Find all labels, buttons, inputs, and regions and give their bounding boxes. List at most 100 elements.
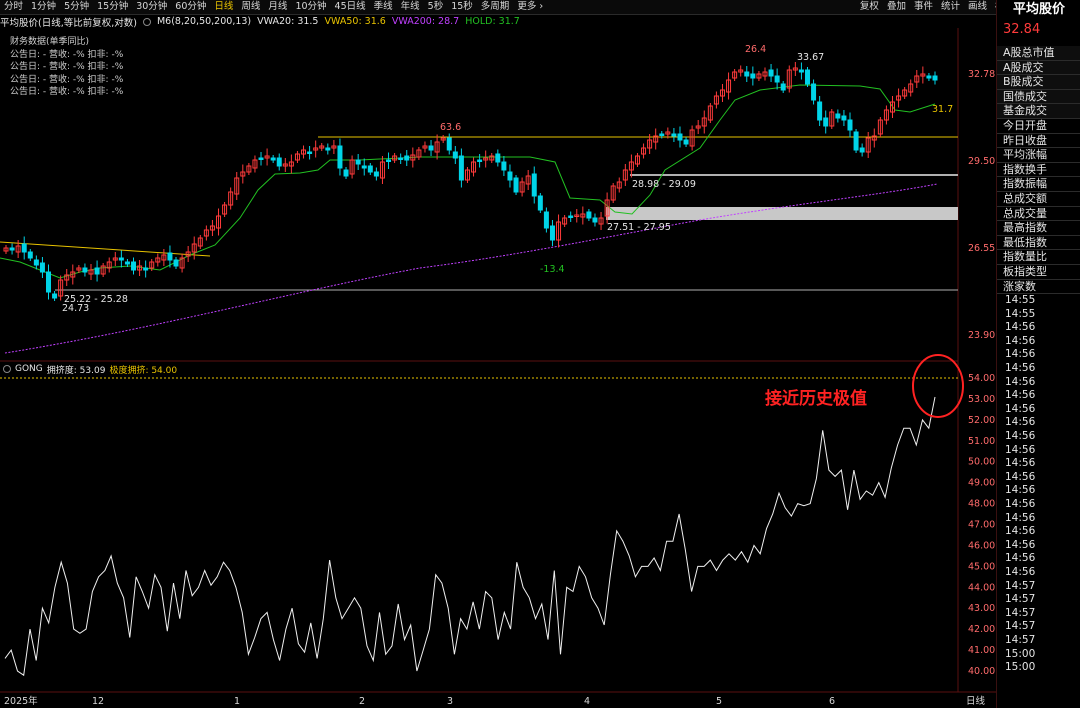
sidebar-item[interactable]: 板指类型 xyxy=(997,265,1080,280)
candle xyxy=(762,67,768,81)
candle xyxy=(774,68,780,90)
gong-axis-tick: 45.00 xyxy=(968,561,995,572)
candle xyxy=(683,137,689,147)
gong-axis-tick: 54.00 xyxy=(968,373,995,384)
sidebar-item[interactable]: 总成交额 xyxy=(997,192,1080,207)
candle xyxy=(519,177,525,197)
candle xyxy=(264,148,270,166)
candle xyxy=(355,154,361,170)
candle xyxy=(531,166,537,204)
candle xyxy=(349,155,355,179)
candle xyxy=(689,125,695,151)
candle xyxy=(495,149,501,167)
highlight-circle xyxy=(912,354,964,418)
candle xyxy=(325,143,331,155)
x-axis-label: 1 xyxy=(234,696,240,707)
sidebar-time: 14:56 xyxy=(1005,348,1036,361)
candle xyxy=(3,245,9,254)
candle xyxy=(586,209,592,221)
sidebar-item[interactable]: 指数振幅 xyxy=(997,177,1080,192)
candle xyxy=(677,126,683,148)
candle xyxy=(574,209,580,223)
gong-axis-tick: 50.00 xyxy=(968,457,995,468)
candle xyxy=(477,154,483,168)
sidebar-item[interactable]: 昨日收盘 xyxy=(997,134,1080,149)
candle xyxy=(537,193,543,213)
right-sidebar: 平均股价 32.84 A股总市值 A股成交 B股成交 国债成交 基金成交 今日开盘 昨日收盘… xyxy=(996,0,1080,708)
sidebar-item[interactable]: 基金成交 xyxy=(997,104,1080,119)
price-axis-tick: 29.50 xyxy=(968,156,995,167)
sidebar-time: 14:56 xyxy=(1005,416,1036,429)
candle xyxy=(398,153,404,164)
indicator-name: GONG xyxy=(15,364,43,374)
candle xyxy=(841,110,847,126)
sidebar-time: 14:56 xyxy=(1005,511,1036,524)
sidebar-time: 14:55 xyxy=(1005,294,1036,307)
sidebar-item[interactable]: A股成交 xyxy=(997,60,1080,76)
candle xyxy=(671,128,677,142)
range-label: 27.51 - 27.95 xyxy=(607,222,671,233)
indicator-settings-icon[interactable] xyxy=(3,365,11,373)
candle xyxy=(598,212,604,230)
gong-axis-tick: 46.00 xyxy=(968,540,995,551)
candle xyxy=(877,117,883,137)
sidebar-time: 14:56 xyxy=(1005,430,1036,443)
candle xyxy=(404,150,410,166)
gong-axis-tick: 42.00 xyxy=(968,624,995,635)
candle xyxy=(847,112,853,138)
candle xyxy=(556,214,562,248)
sidebar-item[interactable]: 今日开盘 xyxy=(997,119,1080,134)
sidebar-item[interactable]: 总成交量 xyxy=(997,207,1080,222)
candle xyxy=(307,146,313,160)
candle xyxy=(386,152,392,169)
sidebar-item[interactable]: 国债成交 xyxy=(997,89,1080,105)
candle xyxy=(319,143,325,151)
sidebar-item[interactable]: B股成交 xyxy=(997,75,1080,90)
candle xyxy=(21,236,27,260)
candle xyxy=(64,269,70,286)
high-label: 33.67 xyxy=(797,52,824,63)
sidebar-item[interactable]: A股总市值 xyxy=(997,46,1080,61)
kline-chart[interactable]: 63.626.433.6724.73-13.425.22 - 25.2828.9… xyxy=(0,0,996,708)
x-axis-label: 2025年 xyxy=(4,695,38,707)
candle xyxy=(871,128,877,148)
candle xyxy=(288,154,294,174)
candle xyxy=(209,220,215,236)
candle xyxy=(137,260,143,276)
candle xyxy=(379,156,385,184)
candle xyxy=(732,69,738,81)
sidebar-time: 14:56 xyxy=(1005,402,1036,415)
candle xyxy=(422,141,428,153)
range-label: 25.22 - 25.28 xyxy=(64,294,128,305)
candle xyxy=(173,257,179,269)
candle xyxy=(294,151,300,163)
sidebar-item[interactable]: 最低指数 xyxy=(997,236,1080,251)
sidebar-item[interactable]: 指数换手 xyxy=(997,163,1080,178)
sidebar-time: 14:56 xyxy=(1005,321,1036,334)
candle xyxy=(920,66,926,84)
candle xyxy=(701,110,707,134)
candle xyxy=(811,79,817,105)
sidebar-time: 14:56 xyxy=(1005,498,1036,510)
candle xyxy=(634,153,640,167)
candle xyxy=(367,163,373,175)
sidebar-item[interactable]: 最高指数 xyxy=(997,221,1080,236)
candle xyxy=(301,145,307,159)
candle xyxy=(252,155,258,173)
sidebar-time: 14:56 xyxy=(1005,389,1036,402)
price-axis-tick: 23.90 xyxy=(968,330,995,341)
candle xyxy=(622,164,628,186)
candle xyxy=(798,62,804,80)
candle xyxy=(780,81,786,93)
sidebar-item[interactable]: 平均涨幅 xyxy=(997,148,1080,163)
low-label: -13.4 xyxy=(540,264,565,275)
candle xyxy=(580,206,586,225)
sidebar-item[interactable]: 涨家数 xyxy=(997,280,1080,295)
gong-axis-tick: 48.00 xyxy=(968,499,995,510)
candle xyxy=(416,147,422,160)
candle xyxy=(100,263,106,277)
annotation-text: 接近历史极值 xyxy=(765,389,867,409)
sidebar-item[interactable]: 指数量比 xyxy=(997,250,1080,265)
candle xyxy=(228,187,234,210)
candle xyxy=(707,103,713,123)
